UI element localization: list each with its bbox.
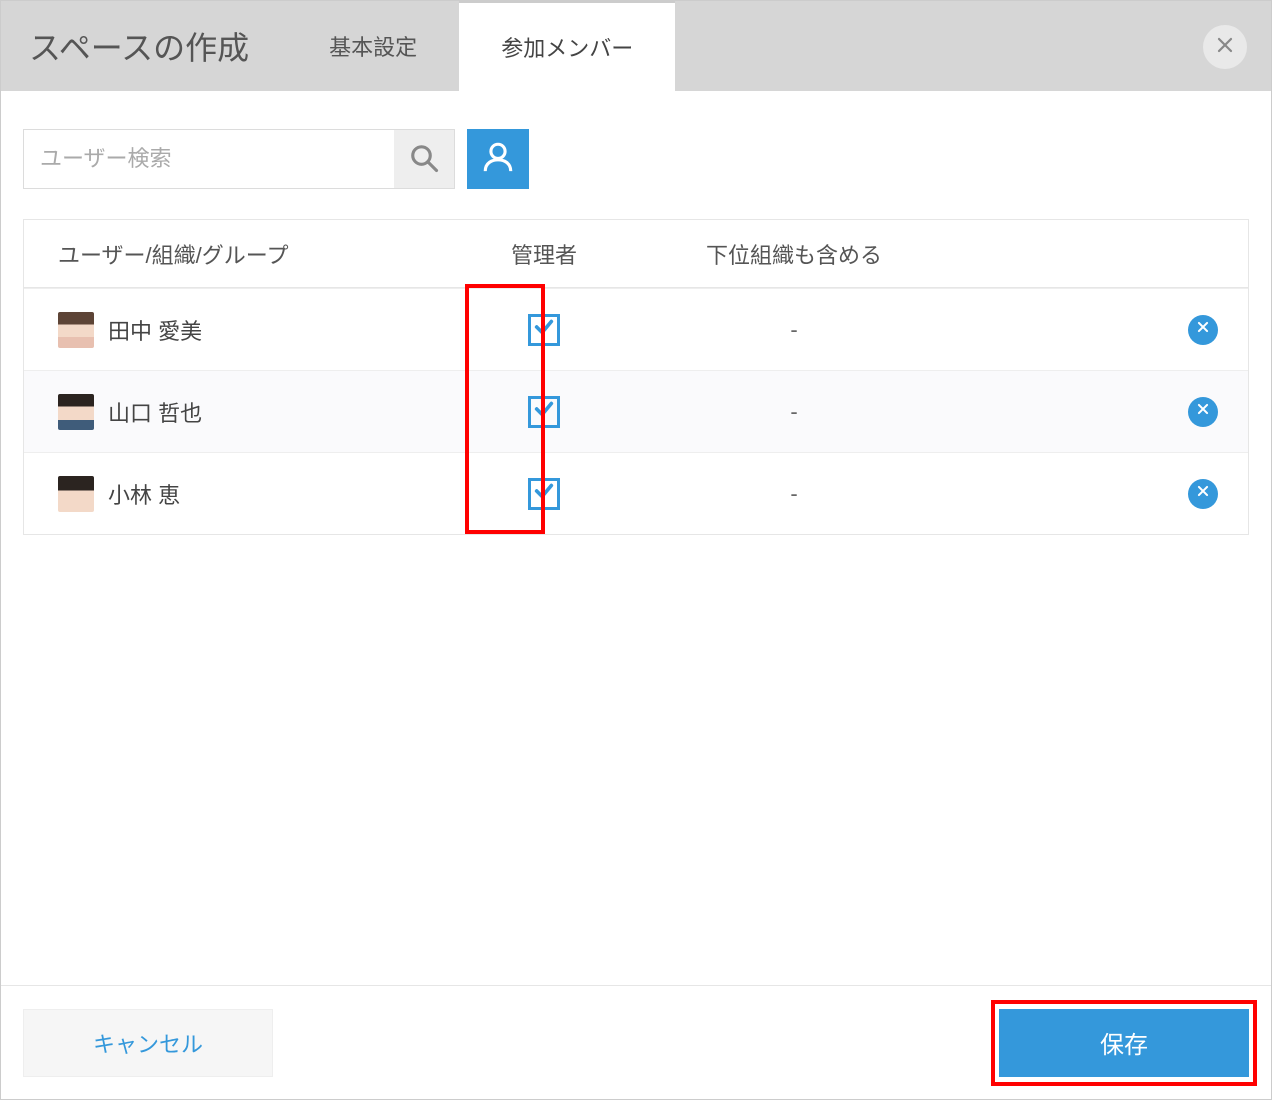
admin-checkbox[interactable] <box>528 478 560 510</box>
search-combo <box>23 129 455 189</box>
checkmark-icon <box>533 316 555 343</box>
remove-button[interactable] <box>1188 479 1218 509</box>
user-name: 山口 哲也 <box>108 396 202 428</box>
user-name: 田中 愛美 <box>108 314 202 346</box>
checkmark-icon <box>533 398 555 425</box>
search-icon <box>409 143 439 176</box>
include-sub-cell: - <box>790 317 797 343</box>
cancel-button[interactable]: キャンセル <box>23 1009 273 1077</box>
search-button[interactable] <box>394 130 454 188</box>
tab-basic-settings[interactable]: 基本設定 <box>287 1 459 91</box>
x-icon <box>1196 484 1210 503</box>
dialog-title: スペースの作成 <box>1 1 277 91</box>
remove-button[interactable] <box>1188 397 1218 427</box>
include-sub-cell: - <box>790 399 797 425</box>
avatar <box>58 476 94 512</box>
x-icon <box>1196 402 1210 421</box>
search-row <box>23 129 1249 189</box>
search-input[interactable] <box>24 130 394 188</box>
save-button[interactable]: 保存 <box>999 1009 1249 1077</box>
dialog-body: ユーザー/組織/グループ 管理者 下位組織も含める 田中 愛美 - <box>1 91 1271 985</box>
remove-button[interactable] <box>1188 315 1218 345</box>
table-header: ユーザー/組織/グループ 管理者 下位組織も含める <box>24 220 1248 288</box>
person-icon <box>481 140 515 179</box>
user-picker-button[interactable] <box>467 129 529 189</box>
th-user: ユーザー/組織/グループ <box>58 238 288 270</box>
tab-bar: 基本設定 参加メンバー <box>287 1 675 91</box>
close-icon <box>1216 36 1234 59</box>
dialog-footer: キャンセル 保存 <box>1 985 1271 1099</box>
table-row: 田中 愛美 - <box>24 288 1248 370</box>
close-button[interactable] <box>1203 25 1247 69</box>
avatar <box>58 312 94 348</box>
table-row: 山口 哲也 - <box>24 370 1248 452</box>
checkmark-icon <box>533 480 555 507</box>
include-sub-cell: - <box>790 481 797 507</box>
admin-checkbox[interactable] <box>528 396 560 428</box>
member-table: ユーザー/組織/グループ 管理者 下位組織も含める 田中 愛美 - <box>23 219 1249 535</box>
x-icon <box>1196 320 1210 339</box>
table-row: 小林 恵 - <box>24 452 1248 534</box>
th-admin: 管理者 <box>511 238 577 270</box>
admin-checkbox[interactable] <box>528 314 560 346</box>
create-space-dialog: スペースの作成 基本設定 参加メンバー <box>1 1 1271 1099</box>
th-include-sub: 下位組織も含める <box>706 238 882 270</box>
tab-members[interactable]: 参加メンバー <box>459 1 675 91</box>
user-name: 小林 恵 <box>108 478 180 510</box>
avatar <box>58 394 94 430</box>
dialog-header: スペースの作成 基本設定 参加メンバー <box>1 1 1271 91</box>
